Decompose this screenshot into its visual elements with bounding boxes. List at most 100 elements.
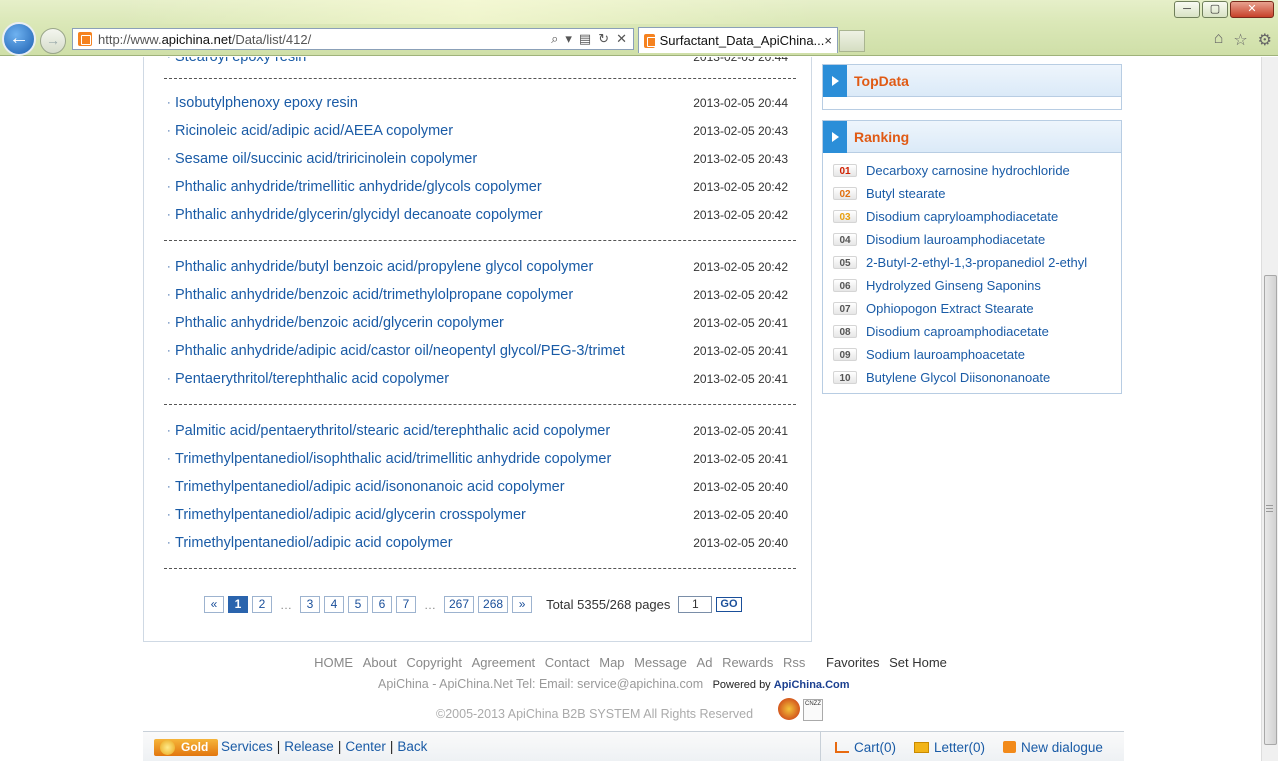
page-1-button[interactable]: 1: [228, 596, 248, 613]
tools-gear-icon[interactable]: ⚙: [1258, 30, 1272, 50]
bullet: ·: [167, 317, 171, 329]
page-2-button[interactable]: 2: [252, 596, 272, 613]
center-link[interactable]: Center: [345, 739, 386, 754]
browser-tab[interactable]: Surfactant_Data_ApiChina... ×: [638, 27, 838, 53]
ranking-header: Ranking: [823, 121, 1121, 153]
ranking-link[interactable]: Butylene Glycol Diisononanoate: [866, 366, 1050, 389]
list-item-link[interactable]: Trimethylpentanediol/adipic acid/isonona…: [175, 473, 565, 501]
footer-link-contact[interactable]: Contact: [545, 655, 590, 670]
release-link[interactable]: Release: [284, 739, 334, 754]
footer-link-agreement[interactable]: Agreement: [472, 655, 536, 670]
list-item: · Palmitic acid/pentaerythritol/stearic a…: [164, 417, 796, 445]
list-item-date: 2013-02-05 20:41: [693, 344, 788, 358]
ranking-link[interactable]: Disodium capryloamphodiacetate: [866, 205, 1058, 228]
compatibility-icon[interactable]: ▤: [579, 31, 591, 47]
footer-link-rss[interactable]: Rss: [783, 655, 805, 670]
police-badge-icon[interactable]: [778, 698, 800, 720]
list-item-link[interactable]: Trimethylpentanediol/adipic acid copolym…: [175, 529, 453, 557]
new-tab-button[interactable]: [839, 30, 865, 52]
page-7-button[interactable]: 7: [396, 596, 416, 613]
list-item-date: 2013-02-05 20:41: [693, 372, 788, 386]
list-item: · Phthalic anhydride/benzoic acid/glyceri…: [164, 309, 796, 337]
home-icon[interactable]: ⌂: [1214, 30, 1224, 50]
ranking-link[interactable]: Sodium lauroamphoacetate: [866, 343, 1025, 366]
list-item-date: 2013-02-05 20:42: [693, 260, 788, 274]
ranking-link[interactable]: Disodium lauroamphodiacetate: [866, 228, 1045, 251]
page-3-button[interactable]: 3: [300, 596, 320, 613]
tab-close-icon[interactable]: ×: [824, 33, 832, 48]
list-group-2: · Phthalic anhydride/butyl benzoic acid/p…: [164, 253, 796, 405]
list-item-link[interactable]: Phthalic anhydride/benzoic acid/glycerin…: [175, 309, 504, 337]
page-4-button[interactable]: 4: [324, 596, 344, 613]
list-item-link[interactable]: Phthalic anhydride/butyl benzoic acid/pr…: [175, 253, 593, 281]
close-window-button[interactable]: ✕: [1230, 1, 1274, 18]
ranking-link[interactable]: Butyl stearate: [866, 182, 946, 205]
search-icon[interactable]: ⌕: [551, 31, 558, 47]
gold-badge[interactable]: Gold: [154, 739, 218, 756]
ranking-link[interactable]: Decarboxy carnosine hydrochloride: [866, 159, 1070, 182]
footer-link-rewards[interactable]: Rewards: [722, 655, 773, 670]
favorites-icon[interactable]: ☆: [1233, 30, 1247, 50]
scrollbar-grip-icon: [1266, 505, 1273, 513]
page-5-button[interactable]: 5: [348, 596, 368, 613]
set-home-link[interactable]: Set Home: [889, 655, 947, 670]
footer-link-message[interactable]: Message: [634, 655, 687, 670]
forward-button[interactable]: →: [40, 28, 66, 54]
go-button[interactable]: GO: [716, 597, 742, 612]
cnzz-stats-icon[interactable]: CNZZ: [803, 699, 823, 721]
footer-link-ad[interactable]: Ad: [697, 655, 713, 670]
services-link[interactable]: Services: [221, 739, 273, 754]
list-item-link[interactable]: Trimethylpentanediol/adipic acid/glyceri…: [175, 501, 526, 529]
list-item-link[interactable]: Phthalic anhydride/adipic acid/castor oi…: [175, 337, 625, 365]
tab-title: Surfactant_Data_ApiChina...: [659, 33, 825, 48]
page-267-button[interactable]: 267: [444, 596, 475, 613]
powered-by-link[interactable]: ApiChina.Com: [774, 679, 850, 691]
address-bar[interactable]: http://www.apichina.net/Data/list/412/ ⌕…: [72, 28, 634, 50]
maximize-button[interactable]: ▢: [1202, 1, 1228, 18]
footer-link-home[interactable]: HOME: [314, 655, 353, 670]
footer-link-copyright[interactable]: Copyright: [406, 655, 462, 670]
stop-icon[interactable]: ✕: [616, 31, 627, 47]
bullet: ·: [167, 153, 171, 165]
list-item-link[interactable]: Palmitic acid/pentaerythritol/stearic ac…: [175, 417, 610, 445]
list-item-link[interactable]: Phthalic anhydride/trimellitic anhydride…: [175, 173, 542, 201]
dropdown-icon[interactable]: ▾: [565, 31, 572, 47]
minimize-button[interactable]: ─: [1174, 1, 1200, 18]
footer-link-about[interactable]: About: [363, 655, 397, 670]
favorites-link[interactable]: Favorites: [826, 655, 879, 670]
vertical-scrollbar[interactable]: [1261, 57, 1278, 761]
bullet: ·: [167, 537, 171, 549]
list-item: · Phthalic anhydride/glycerin/glycidyl de…: [164, 201, 796, 229]
list-item-link[interactable]: Phthalic anhydride/glycerin/glycidyl dec…: [175, 201, 543, 229]
list-item: · Ricinoleic acid/adipic acid/AEEA copoly…: [164, 117, 796, 145]
new-dialogue-label: New dialogue: [1021, 739, 1103, 755]
list-item-link[interactable]: Ricinoleic acid/adipic acid/AEEA copolym…: [175, 117, 453, 145]
refresh-icon[interactable]: ↻: [598, 31, 609, 47]
bottom-toolbar: Gold Services | Release | Center | Back Cart(0…: [143, 731, 1124, 761]
letter-button[interactable]: Letter(0): [914, 740, 985, 755]
new-dialogue-button[interactable]: New dialogue: [1003, 740, 1103, 755]
list-item-link[interactable]: Pentaerythritol/terephthalic acid copoly…: [175, 365, 449, 393]
list-item-date: 2013-02-05 20:42: [693, 288, 788, 302]
page-6-button[interactable]: 6: [372, 596, 392, 613]
list-item-link[interactable]: Isobutylphenoxy epoxy resin: [175, 89, 358, 117]
ranking-item: 01 Decarboxy carnosine hydrochloride: [823, 159, 1121, 182]
page-next-button[interactable]: »: [512, 596, 533, 613]
url-text[interactable]: http://www.apichina.net/Data/list/412/: [98, 32, 311, 47]
back-button[interactable]: ←: [2, 22, 36, 56]
list-item-link[interactable]: Phthalic anhydride/benzoic acid/trimethy…: [175, 281, 573, 309]
list-item-link[interactable]: Trimethylpentanediol/isophthalic acid/tr…: [175, 445, 611, 473]
ranking-link[interactable]: 2-Butyl-2-ethyl-1,3-propanediol 2-ethyl: [866, 251, 1087, 274]
page-prev-button[interactable]: «: [204, 596, 224, 613]
list-item-link[interactable]: Stearoyl epoxy resin: [175, 57, 306, 71]
ranking-link[interactable]: Disodium caproamphodiacetate: [866, 320, 1049, 343]
ranking-link[interactable]: Ophiopogon Extract Stearate: [866, 297, 1034, 320]
back-link[interactable]: Back: [397, 739, 427, 754]
footer-link-map[interactable]: Map: [599, 655, 624, 670]
ranking-link[interactable]: Hydrolyzed Ginseng Saponins: [866, 274, 1041, 297]
cart-button[interactable]: Cart(0): [835, 740, 896, 755]
rank-number: 05: [833, 256, 857, 269]
page-number-input[interactable]: 1: [678, 596, 713, 613]
page-268-button[interactable]: 268: [478, 596, 509, 613]
list-item-link[interactable]: Sesame oil/succinic acid/triricinolein c…: [175, 145, 477, 173]
